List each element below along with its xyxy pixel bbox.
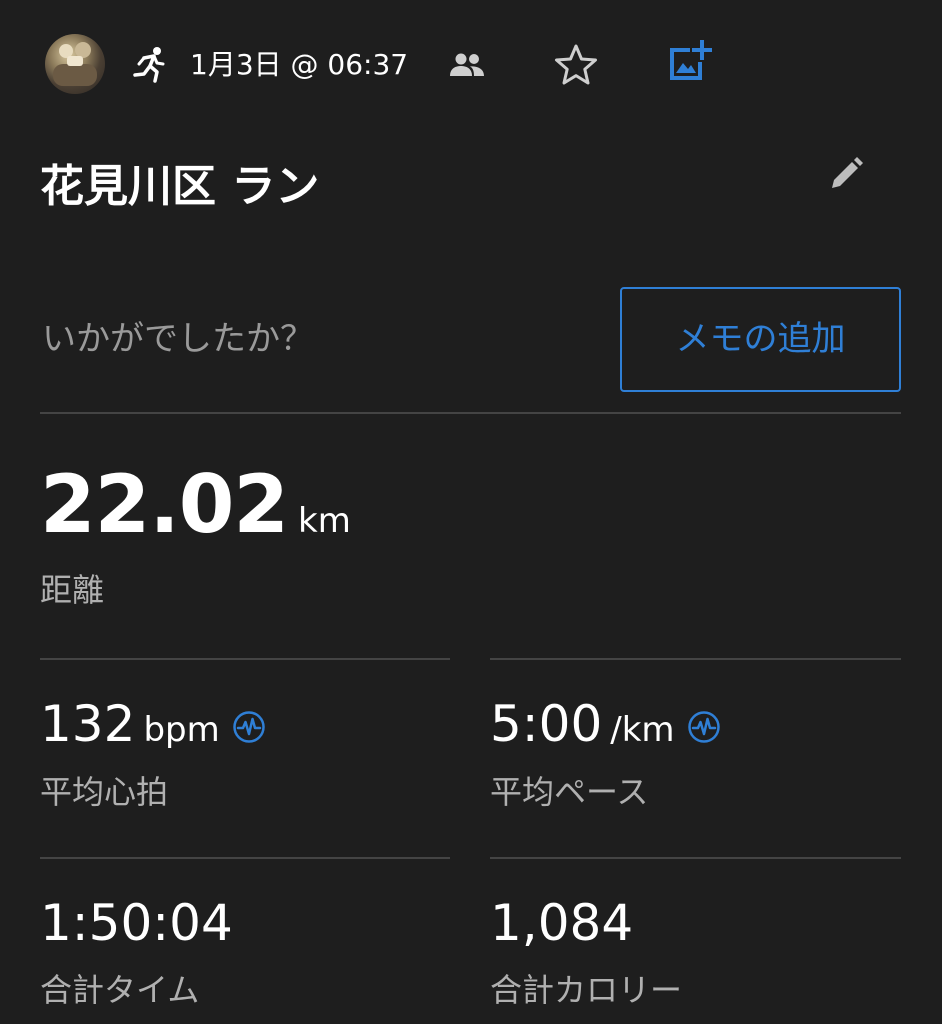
divider	[40, 658, 450, 660]
total-time-number: 1:50:04	[40, 894, 233, 952]
calories-number: 1,084	[490, 894, 634, 952]
star-icon[interactable]	[553, 42, 599, 88]
activity-header: 1月3日 @ 06:37	[0, 0, 942, 130]
divider	[490, 857, 901, 859]
pace-value: 5:00/km	[490, 692, 721, 756]
heart-rate-unit: bpm	[143, 710, 220, 750]
add-memo-button[interactable]: メモの追加	[620, 287, 901, 392]
add-photo-icon[interactable]	[664, 38, 714, 88]
pace-number: 5:00	[490, 695, 603, 753]
distance-value: 22.02 km	[40, 455, 351, 555]
heart-rate-number: 132	[40, 695, 136, 753]
calories-label: 合計カロリー	[490, 971, 683, 1009]
running-icon	[133, 47, 165, 83]
total-time-value: 1:50:04	[40, 891, 233, 955]
divider	[40, 412, 901, 414]
pace-label: 平均ペース	[490, 773, 649, 811]
divider	[40, 857, 450, 859]
user-avatar[interactable]	[45, 34, 105, 94]
pace-unit: /km	[610, 710, 675, 750]
people-icon[interactable]	[448, 48, 486, 82]
heart-rate-value: 132 bpm	[40, 692, 266, 756]
feeling-prompt: いかがでしたか？	[42, 319, 314, 359]
activity-title: 花見川区 ラン	[40, 161, 320, 212]
distance-label: 距離	[40, 571, 105, 609]
divider	[490, 658, 901, 660]
pulse-icon[interactable]	[232, 710, 266, 744]
pencil-icon[interactable]	[826, 154, 866, 194]
calories-value: 1,084	[490, 891, 633, 955]
distance-unit: km	[298, 501, 351, 541]
activity-date-time: 1月3日 @ 06:37	[190, 48, 409, 81]
heart-rate-label: 平均心拍	[40, 773, 169, 811]
distance-number: 22.02	[40, 458, 289, 551]
pulse-icon[interactable]	[687, 710, 721, 744]
total-time-label: 合計タイム	[40, 971, 200, 1009]
